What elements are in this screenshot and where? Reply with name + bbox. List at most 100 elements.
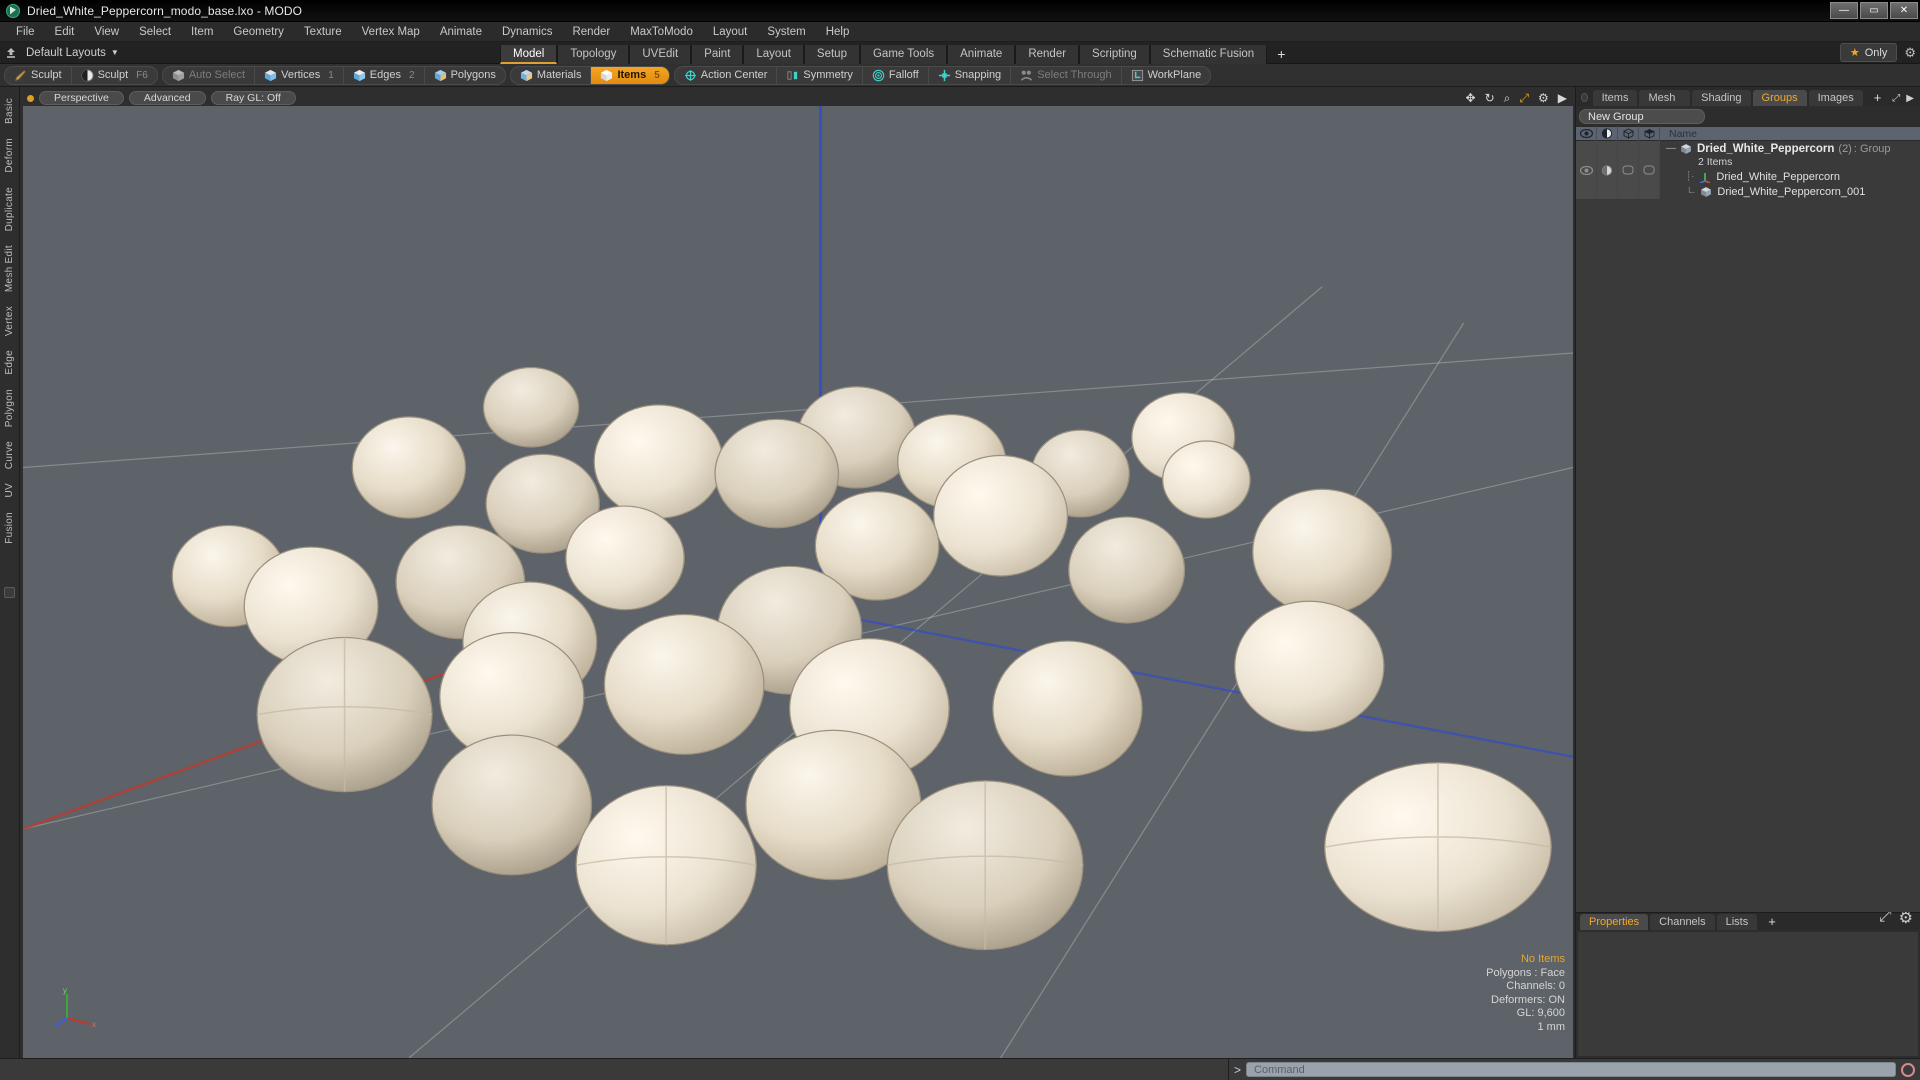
minimize-button[interactable]: —	[1830, 2, 1858, 19]
layout-tab-uvedit[interactable]: UVEdit	[629, 44, 692, 64]
layout-tab-paint[interactable]: Paint	[691, 44, 744, 64]
row-wireframe-checkbox[interactable]	[1639, 141, 1660, 199]
home-up-icon[interactable]	[0, 47, 22, 59]
menu-animate[interactable]: Animate	[430, 22, 492, 42]
tree-child-row-2[interactable]: └· Dried_White_Peppercorn_001	[1660, 184, 1920, 199]
menu-select[interactable]: Select	[129, 22, 181, 42]
tool-falloff-button[interactable]: Falloff	[863, 66, 929, 84]
tool-vertices-button[interactable]: Vertices 1	[255, 66, 344, 84]
row-visibility-eye-icon[interactable]	[1576, 141, 1597, 199]
add-panel-tab-button[interactable]: +	[1865, 90, 1891, 106]
tool-items-button[interactable]: Items 5	[591, 66, 669, 84]
command-input[interactable]: Command	[1246, 1062, 1896, 1077]
properties-tab-channels[interactable]: Channels	[1650, 914, 1715, 930]
cube-vertex-icon	[265, 69, 277, 81]
properties-tab-properties[interactable]: Properties	[1580, 914, 1649, 930]
menu-file[interactable]: File	[6, 22, 45, 42]
record-circle-icon[interactable]	[1901, 1062, 1915, 1077]
rail-tab-fusion[interactable]: Fusion	[4, 505, 15, 551]
menu-view[interactable]: View	[84, 22, 129, 42]
tool-snapping-button[interactable]: Snapping	[929, 66, 1012, 84]
tool-auto-select-button[interactable]: Auto Select	[163, 66, 256, 84]
group-row[interactable]: — Dried_White_Peppercorn (2) : Group	[1660, 141, 1920, 156]
menu-layout[interactable]: Layout	[703, 22, 758, 42]
menu-maxtomodo[interactable]: MaxToModo	[620, 22, 703, 42]
zoom-view-icon[interactable]: ⌕	[1504, 92, 1511, 104]
panel-tab-mesh-ops[interactable]: Mesh Ops	[1639, 90, 1691, 120]
row-render-toggle-icon[interactable]	[1597, 141, 1618, 199]
viewport-raygl-button[interactable]: Ray GL: Off	[210, 91, 296, 105]
tool-sculpt-button[interactable]: Sculpt	[5, 66, 72, 84]
rail-collapse-handle[interactable]	[4, 587, 15, 598]
rail-tab-edge[interactable]: Edge	[4, 343, 15, 382]
menu-vertex-map[interactable]: Vertex Map	[352, 22, 430, 42]
panel-tab-items[interactable]: Items	[1592, 90, 1638, 106]
tool-symmetry-button[interactable]: Symmetry	[777, 66, 863, 84]
main-area: Basic Deform Duplicate Mesh Edit Vertex …	[0, 87, 1920, 1058]
tool-select-through-button[interactable]: Select Through	[1011, 66, 1122, 84]
panel-tab-groups[interactable]: Groups	[1752, 90, 1807, 106]
rail-tab-basic[interactable]: Basic	[4, 91, 15, 131]
panel-tab-images[interactable]: Images	[1808, 90, 1863, 106]
layout-tab-topology[interactable]: Topology	[557, 44, 630, 64]
close-button[interactable]: ✕	[1890, 2, 1918, 19]
panel-menu-arrow-icon[interactable]: ▶	[1906, 93, 1914, 104]
fit-view-icon[interactable]: ⤢	[1519, 92, 1529, 104]
row-shading-checkbox[interactable]	[1618, 141, 1639, 199]
panel-tab-shading[interactable]: Shading	[1692, 90, 1751, 106]
layout-tab-setup[interactable]: Setup	[803, 44, 860, 64]
rotate-view-icon[interactable]: ↻	[1485, 92, 1495, 104]
tree-child-row-1[interactable]: ┊· Dried_White_Peppercorn	[1660, 169, 1920, 184]
default-layouts-label[interactable]: Default Layouts	[22, 47, 106, 59]
tool-action-center-button[interactable]: Action Center	[675, 66, 778, 84]
tool-polygons-button[interactable]: Polygons	[425, 67, 505, 84]
maximize-button[interactable]: ▭	[1860, 2, 1888, 19]
tree-expand-toggle[interactable]: —	[1666, 143, 1676, 154]
rail-tab-mesh-edit[interactable]: Mesh Edit	[4, 238, 15, 299]
rail-tab-vertex[interactable]: Vertex	[4, 299, 15, 343]
properties-tab-lists[interactable]: Lists	[1716, 914, 1758, 930]
menu-edit[interactable]: Edit	[45, 22, 85, 42]
menu-system[interactable]: System	[757, 22, 815, 42]
viewport-settings-gear-icon[interactable]: ⚙	[1538, 92, 1549, 104]
rail-tab-polygon[interactable]: Polygon	[4, 382, 15, 434]
menu-texture[interactable]: Texture	[294, 22, 352, 42]
layout-tab-schematic-fusion[interactable]: Schematic Fusion	[1149, 44, 1268, 64]
panel-record-dot-icon[interactable]	[1581, 93, 1588, 102]
menu-geometry[interactable]: Geometry	[223, 22, 294, 42]
tool-presets-button[interactable]: Sculpt F6	[72, 67, 157, 84]
tool-edges-button[interactable]: Edges 2	[344, 66, 425, 84]
layout-tab-animate[interactable]: Animate	[947, 44, 1016, 64]
viewport-3d[interactable]: No Items Polygons : Face Channels: 0 Def…	[23, 106, 1573, 1058]
layout-tab-scripting[interactable]: Scripting	[1079, 44, 1150, 64]
layout-tab-layout[interactable]: Layout	[743, 44, 804, 64]
rail-tab-curve[interactable]: Curve	[4, 434, 15, 476]
chevron-down-icon[interactable]: ▼	[111, 48, 119, 57]
only-toggle-button[interactable]: ★ Only	[1839, 43, 1898, 62]
menu-item[interactable]: Item	[181, 22, 223, 42]
tree-row[interactable]: — Dried_White_Peppercorn (2) : Group 2 I…	[1576, 141, 1920, 199]
gear-icon[interactable]: ⚙	[1904, 45, 1916, 61]
tree-child-name-2: Dried_White_Peppercorn_001	[1717, 185, 1866, 198]
tool-vertices-shortcut: 1	[328, 69, 334, 81]
expand-panel-icon[interactable]: ⤢	[1892, 93, 1900, 104]
tool-materials-button[interactable]: Materials	[511, 66, 592, 84]
add-properties-tab-button[interactable]: +	[1759, 914, 1785, 930]
rail-tab-duplicate[interactable]: Duplicate	[4, 180, 15, 238]
group-tree[interactable]: — Dried_White_Peppercorn (2) : Group 2 I…	[1576, 141, 1920, 912]
viewport-shading-button[interactable]: Advanced	[128, 91, 206, 105]
layout-tab-render[interactable]: Render	[1015, 44, 1080, 64]
viewport-projection-button[interactable]: Perspective	[39, 91, 124, 105]
layout-tab-game-tools[interactable]: Game Tools	[859, 44, 948, 64]
layout-tab-model[interactable]: Model	[500, 44, 558, 64]
rail-tab-deform[interactable]: Deform	[4, 131, 15, 180]
new-group-button[interactable]: New Group	[1579, 109, 1705, 124]
viewport-menu-arrow-icon[interactable]: ▶	[1558, 92, 1567, 104]
rail-tab-uv[interactable]: UV	[4, 476, 15, 505]
add-layout-tab-button[interactable]: +	[1267, 45, 1295, 64]
menu-dynamics[interactable]: Dynamics	[492, 22, 562, 42]
tool-workplane-button[interactable]: WorkPlane	[1122, 67, 1211, 84]
menu-render[interactable]: Render	[562, 22, 620, 42]
move-view-icon[interactable]: ✥	[1466, 92, 1476, 104]
menu-help[interactable]: Help	[816, 22, 860, 42]
